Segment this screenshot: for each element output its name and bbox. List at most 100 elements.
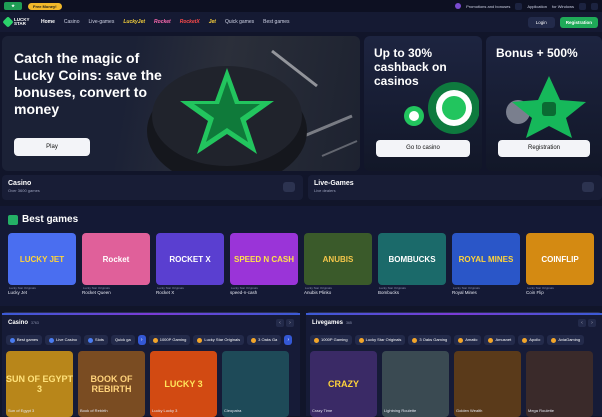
game-thumbnail[interactable]: Rocket (82, 233, 150, 285)
game-card[interactable]: Rocket Lucky Star Originals Rocket Queen (82, 233, 150, 297)
live-game-tile[interactable]: CRAZY Crazy Time (310, 351, 377, 417)
casino-game-tile[interactable]: Cleopatra (222, 351, 289, 417)
nav-quick-games[interactable]: Quick games (225, 19, 254, 25)
best-games-section: Best games LUCKY JET Lucky Star Original… (0, 206, 602, 306)
filter-chip[interactable]: Lucky Star Originals (354, 335, 406, 345)
star-logo-icon (2, 16, 14, 28)
filter-chip[interactable]: 3 Oaks Ga (247, 335, 282, 345)
cashback-promo-card[interactable]: Up to 30% cashback on casinos Go to casi… (364, 36, 482, 171)
game-name[interactable]: speed-n-cash (230, 290, 257, 295)
game-name[interactable]: Lucky Jet (8, 290, 27, 295)
bonus-registration-button[interactable]: Registration (498, 140, 590, 157)
livegames-list: CRAZY Crazy Time Lightning Roulette Gold… (310, 351, 593, 417)
casino-game-tile[interactable]: SUN OF EGYPT 3 Sun of Egypt 3 (6, 351, 73, 417)
chevron-right-icon[interactable]: › (588, 319, 596, 327)
android-icon[interactable] (591, 2, 598, 10)
filter-chip[interactable]: 1000P Gaming (148, 335, 191, 345)
chevron-right-icon[interactable]: › (286, 319, 294, 327)
casino-panel: Casino 3763 ‹ › Best games Live Casino Sl… (2, 312, 300, 417)
provider-icon (488, 337, 494, 343)
game-name[interactable]: Rocket X (156, 290, 174, 295)
game-card[interactable]: ANUBIS Lucky Star Originals Anubis Plink… (304, 233, 372, 297)
bonus-promo-card[interactable]: Bonus + 500% Registration (486, 36, 602, 171)
nav-live-games[interactable]: Live-games (88, 19, 114, 25)
provider-icon (551, 337, 557, 343)
casino-category-card[interactable]: Casino Over 3600 games (2, 175, 303, 200)
top-bar-right: Promotions and bonuses Application for W… (455, 2, 598, 10)
game-thumbnail[interactable]: ROCKET X (156, 233, 224, 285)
nav-rocket[interactable]: Rocket (154, 19, 171, 25)
casino-game-tile[interactable]: LUCKY 3 Lucky Lucky 3 (150, 351, 217, 417)
game-thumbnail[interactable]: BOMBUCKS (378, 233, 446, 285)
nav-luckyjet[interactable]: LuckyJet (123, 19, 145, 25)
hero-banner[interactable]: Catch the magic of Lucky Coins: save the… (2, 36, 360, 171)
filter-chip[interactable]: Amatic (454, 335, 482, 345)
game-name[interactable]: Rocket Queen (82, 290, 111, 295)
game-thumbnail[interactable]: ROYAL MINES (452, 233, 520, 285)
nav-jet[interactable]: Jet (209, 19, 216, 25)
casino-games-list: SUN OF EGYPT 3 Sun of Egypt 3 BOOK OF RE… (6, 351, 289, 417)
chevron-right-icon[interactable]: › (137, 335, 146, 345)
live-game-tile[interactable]: Lightning Roulette (382, 351, 449, 417)
provider-icon (152, 337, 158, 343)
promo-badge[interactable]: Free Money! (28, 2, 62, 10)
casino-panel-title: Casino (8, 320, 29, 326)
casino-category-sub: Over 3600 games (8, 188, 40, 193)
game-card[interactable]: LUCKY JET Lucky Star Originals Lucky Jet (8, 233, 76, 297)
game-name[interactable]: Anubis Plinko (304, 290, 331, 295)
login-button[interactable]: Login (527, 16, 555, 28)
chevron-right-icon[interactable]: › (284, 335, 293, 345)
filter-chip[interactable]: Amusnet (484, 335, 516, 345)
hero-play-button[interactable]: Play (14, 138, 90, 156)
tile-name: Mega Roulette (528, 408, 555, 413)
filter-chip[interactable]: Best games (6, 335, 43, 345)
promo-icon: ★ (4, 2, 22, 10)
nav-best-games[interactable]: Best games (263, 19, 289, 25)
filter-chip[interactable]: Live Casino (45, 335, 82, 345)
filter-chip[interactable]: Apollo (518, 335, 545, 345)
game-thumbnail[interactable]: ANUBIS (304, 233, 372, 285)
live-games-category-card[interactable]: Live-Games Live dealers (308, 175, 602, 200)
provider-icon (358, 337, 364, 343)
game-name[interactable]: Bombucks (378, 290, 399, 295)
provider-icon (522, 337, 528, 343)
chevron-left-icon[interactable]: ‹ (578, 319, 586, 327)
filter-chip[interactable]: AviaGaming (547, 335, 585, 345)
provider-icon (314, 337, 319, 343)
game-thumbnail[interactable]: LUCKY JET (8, 233, 76, 285)
filter-chip[interactable]: Lucky Star Originals (193, 335, 245, 345)
game-card[interactable]: SPEED N CASH Lucky Star Originals speed-… (230, 233, 298, 297)
filter-chip[interactable]: 3 Oaks Gaming (408, 335, 452, 345)
nav-home[interactable]: Home (41, 19, 55, 25)
crown-icon (8, 214, 18, 225)
game-card[interactable]: COINFLIP Lucky Star Originals Coin Flip (526, 233, 594, 297)
filter-chip[interactable]: Slots (84, 335, 108, 345)
filter-chip[interactable]: Quick ga (110, 335, 135, 345)
livegames-panel-count: 365 (346, 321, 352, 325)
game-card[interactable]: BOMBUCKS Lucky Star Originals Bombucks (378, 233, 446, 297)
nav-rocketx[interactable]: RocketX (180, 19, 200, 25)
promotions-icon[interactable] (455, 3, 462, 9)
live-game-tile[interactable]: Mega Roulette (526, 351, 593, 417)
game-name[interactable]: Coin Flip (526, 290, 544, 295)
game-card[interactable]: ROYAL MINES Lucky Star Originals Royal M… (452, 233, 520, 297)
game-thumbnail[interactable]: COINFLIP (526, 233, 594, 285)
apple-icon[interactable] (579, 2, 586, 10)
provider-icon (251, 337, 257, 343)
windows-icon[interactable] (515, 2, 523, 10)
livegames-panel: Livegames 365 ‹ › 1000P Gaming Lucky Star… (306, 312, 602, 417)
best-games-list: LUCKY JET Lucky Star Originals Lucky Jet… (8, 233, 594, 297)
chevron-left-icon[interactable]: ‹ (276, 319, 284, 327)
filter-chip[interactable]: 1000P Gaming (310, 335, 352, 345)
registration-button[interactable]: Registration (559, 16, 598, 28)
game-name[interactable]: Royal Mines (452, 290, 477, 295)
casino-game-tile[interactable]: BOOK OF REBIRTH Book of Rebirth (78, 351, 145, 417)
live-game-tile[interactable]: Golden Wealth (454, 351, 521, 417)
application-label[interactable]: Application (527, 4, 547, 9)
nav-casino[interactable]: Casino (64, 19, 80, 25)
game-card[interactable]: ROCKET X Lucky Star Originals Rocket X (156, 233, 224, 297)
go-to-casino-button[interactable]: Go to casino (376, 140, 470, 157)
promotions-link[interactable]: Promotions and bonuses (466, 4, 510, 9)
game-thumbnail[interactable]: SPEED N CASH (230, 233, 298, 285)
site-logo[interactable]: LUCKY STAR (2, 16, 32, 28)
